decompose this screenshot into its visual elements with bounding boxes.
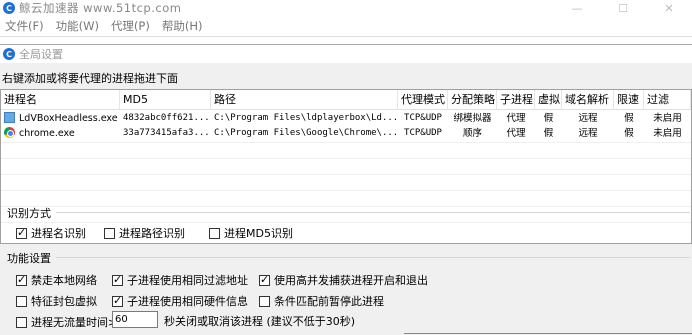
- row-strategy: 顺序: [462, 128, 482, 139]
- checkbox-box: [259, 273, 270, 286]
- row-process-name: LdVBoxHeadless.exe: [19, 113, 118, 124]
- process-table[interactable]: 进程名 MD5 路径 代理模式 分配策略 子进程 虚拟 域名解析 限速 过滤 L…: [0, 89, 692, 244]
- row-proxy-mode: TCP&UDP: [404, 128, 442, 138]
- col-strategy[interactable]: 分配策略: [448, 90, 497, 110]
- col-proxy-mode[interactable]: 代理模式: [398, 90, 448, 110]
- window-controls: — ☐ ✕: [554, 0, 692, 16]
- checkbox-box: [16, 316, 27, 328]
- high-concurrency-capture-checkbox[interactable]: 使用高并发捕获进程开启和退出: [259, 272, 428, 288]
- checkbox-box: [209, 227, 220, 239]
- col-filter[interactable]: 过滤: [644, 90, 691, 110]
- features-group-label: 功能设置: [7, 252, 51, 265]
- row-virtual: 假: [543, 113, 554, 124]
- row-path: C:\Program Files\ldplayerbox\Ld...: [214, 113, 398, 123]
- menu-file[interactable]: 文件(F): [5, 18, 44, 34]
- row-divider: [1, 142, 691, 143]
- ldplayer-icon: [4, 112, 15, 123]
- row-md5: 33a773415afa3...: [123, 128, 210, 138]
- checkbox-box: [104, 227, 115, 239]
- minimize-icon[interactable]: —: [554, 0, 600, 16]
- row-filter: 未启用: [653, 113, 682, 124]
- row-md5: 4832abc0ff621...: [123, 113, 210, 123]
- global-settings-dialog: C 全局设置 右键添加或将要代理的进程拖进下面 进程名 MD5 路径 代理模式 …: [0, 44, 692, 335]
- col-child-process[interactable]: 子进程: [497, 90, 535, 110]
- row-divider: [1, 190, 691, 191]
- pause-before-match-checkbox[interactable]: 条件匹配前暂停此进程: [259, 293, 384, 309]
- row-filter: 未启用: [653, 128, 682, 139]
- background-window-strip: [0, 36, 692, 44]
- maximize-icon[interactable]: ☐: [600, 0, 646, 16]
- identify-by-name-checkbox[interactable]: 进程名识别: [16, 225, 86, 241]
- timeout-hint: 秒关闭或取消该进程 (建议不低于30秒): [164, 315, 356, 328]
- row-virtual: 假: [543, 128, 554, 139]
- packet-virtualization-checkbox[interactable]: 特征封包虚拟: [16, 293, 97, 309]
- menubar: 文件(F) 功能(W) 代理(P) 帮助(H): [0, 16, 692, 36]
- features-group-divider: [56, 257, 690, 258]
- table-header: 进程名 MD5 路径 代理模式 分配策略 子进程 虚拟 域名解析 限速 过滤: [1, 90, 691, 110]
- checkbox-box: [112, 273, 123, 286]
- row-limit: 假: [624, 113, 634, 124]
- main-titlebar: C 鲸云加速器 www.51tcp.com — ☐ ✕: [0, 0, 692, 16]
- col-dns[interactable]: 域名解析: [562, 90, 614, 110]
- row-child-process: 代理: [506, 113, 526, 124]
- col-virtual[interactable]: 虚拟: [535, 90, 562, 110]
- block-local-network-checkbox[interactable]: 禁走本地网络: [16, 272, 97, 288]
- identify-by-md5-checkbox[interactable]: 进程MD5识别: [209, 225, 293, 241]
- row-child-process: 代理: [506, 128, 526, 139]
- table-row[interactable]: LdVBoxHeadless.exe 4832abc0ff621... C:\P…: [1, 111, 691, 126]
- menu-proxy[interactable]: 代理(P): [111, 18, 150, 34]
- table-row[interactable]: chrome.exe 33a773415afa3... C:\Program F…: [1, 126, 691, 141]
- menu-function[interactable]: 功能(W): [56, 18, 99, 34]
- row-divider: [1, 222, 691, 223]
- child-same-filter-checkbox[interactable]: 子进程使用相同过滤地址: [112, 272, 248, 288]
- app-title: 鲸云加速器 www.51tcp.com: [19, 1, 182, 15]
- col-md5[interactable]: MD5: [120, 90, 211, 110]
- no-traffic-timeout-checkbox[interactable]: 进程无流量时间>: [16, 314, 117, 330]
- row-proxy-mode: TCP&UDP: [404, 113, 442, 123]
- checkbox-box: [16, 295, 27, 307]
- dialog-logo-icon: C: [3, 48, 15, 60]
- row-divider: [1, 174, 691, 175]
- col-process-name[interactable]: 进程名: [1, 90, 120, 110]
- app-logo-icon: C: [3, 2, 15, 14]
- menu-help[interactable]: 帮助(H): [162, 18, 203, 34]
- chrome-icon: [4, 127, 15, 138]
- row-limit: 假: [624, 128, 634, 139]
- checkbox-box: [16, 273, 27, 286]
- row-path: C:\Program Files\Google\Chrome\...: [214, 128, 398, 138]
- col-path[interactable]: 路径: [211, 90, 398, 110]
- close-icon[interactable]: ✕: [646, 0, 692, 16]
- identify-group-label: 识别方式: [7, 207, 51, 220]
- checkbox-box: [259, 295, 270, 307]
- timeout-seconds-input[interactable]: [112, 311, 158, 328]
- row-dns: 远程: [578, 128, 598, 139]
- row-divider: [1, 206, 691, 207]
- child-same-hardware-checkbox[interactable]: 子进程使用相同硬件信息: [112, 293, 248, 309]
- identify-group-divider: [56, 212, 690, 213]
- row-strategy: 绑模拟器: [453, 113, 492, 124]
- row-dns: 远程: [578, 113, 598, 124]
- dialog-title: 全局设置: [19, 48, 63, 61]
- checkbox-box: [16, 226, 27, 239]
- identify-by-path-checkbox[interactable]: 进程路径识别: [104, 225, 185, 241]
- row-divider: [1, 158, 691, 159]
- dialog-titlebar: C 全局设置: [0, 45, 692, 63]
- col-limit[interactable]: 限速: [614, 90, 644, 110]
- row-process-name: chrome.exe: [19, 128, 75, 139]
- drag-hint: 右键添加或将要代理的进程拖进下面: [2, 72, 178, 85]
- checkbox-box: [112, 294, 123, 307]
